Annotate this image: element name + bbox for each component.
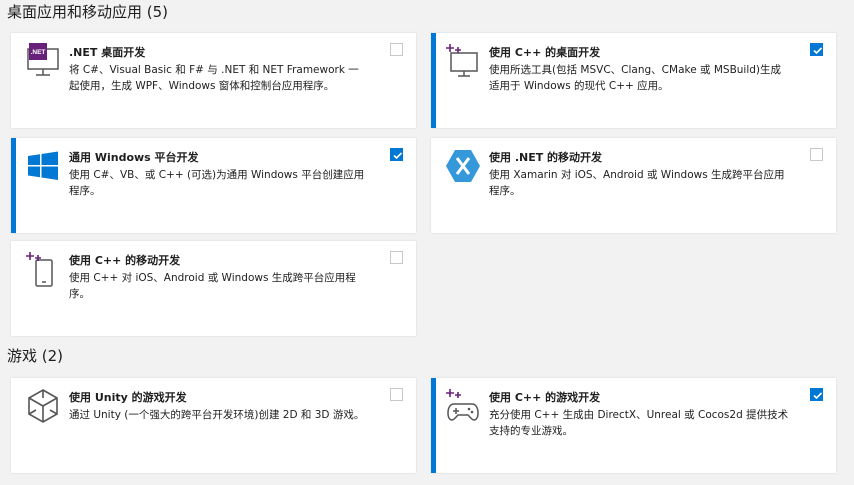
workload-card-dotnet-desktop[interactable]: .NET .NET 桌面开发 将 C#、Visual Basic 和 F# 与 … <box>11 33 416 128</box>
windows-logo-icon <box>25 148 61 184</box>
workload-card-unity[interactable]: 使用 Unity 的游戏开发 通过 Unity (一个强大的跨平台开发环境)创建… <box>11 378 416 473</box>
cpp-desktop-icon <box>445 43 481 79</box>
workload-title: .NET 桌面开发 <box>69 46 146 59</box>
workload-description: 使用 C++ 对 iOS、Android 或 Windows 生成跨平台应用程序… <box>69 272 356 300</box>
workload-checkbox[interactable] <box>390 43 403 56</box>
workload-description: 使用 C#、VB、或 C++ (可选)为通用 Windows 平台创建应用程序。 <box>69 169 365 197</box>
workload-checkbox[interactable] <box>390 251 403 264</box>
workload-title: 使用 Unity 的游戏开发 <box>69 391 187 404</box>
workload-checkbox[interactable] <box>810 388 823 401</box>
cpp-mobile-icon <box>25 251 61 287</box>
workload-checkbox[interactable] <box>810 148 823 161</box>
workload-title: 使用 .NET 的移动开发 <box>489 151 603 164</box>
gamepad-icon <box>445 388 481 424</box>
workload-card-cpp-desktop[interactable]: 使用 C++ 的桌面开发 使用所选工具(包括 MSVC、Clang、CMake … <box>431 33 836 128</box>
workload-description: 充分使用 C++ 生成由 DirectX、Unreal 或 Cocos2d 提供… <box>489 409 789 437</box>
workload-card-cpp-games[interactable]: 使用 C++ 的游戏开发 充分使用 C++ 生成由 DirectX、Unreal… <box>431 378 836 473</box>
dotnet-desktop-icon: .NET <box>25 43 61 79</box>
unity-icon <box>25 388 61 424</box>
workload-checkbox[interactable] <box>810 43 823 56</box>
section-title-desktop-mobile: 桌面应用和移动应用 (5) <box>7 3 169 21</box>
workload-description: 使用所选工具(包括 MSVC、Clang、CMake 或 MSBuild)生成适… <box>489 64 782 92</box>
workload-checkbox[interactable] <box>390 388 403 401</box>
workload-title: 使用 C++ 的游戏开发 <box>489 391 601 404</box>
dotnet-badge-text: .NET <box>31 49 46 56</box>
workload-title: 使用 C++ 的移动开发 <box>69 254 181 267</box>
workload-description: 将 C#、Visual Basic 和 F# 与 .NET 和 NET Fram… <box>69 64 359 92</box>
workload-title: 通用 Windows 平台开发 <box>69 151 199 164</box>
section-title-games: 游戏 (2) <box>7 347 64 365</box>
workload-checkbox[interactable] <box>390 148 403 161</box>
workload-card-cpp-mobile[interactable]: 使用 C++ 的移动开发 使用 C++ 对 iOS、Android 或 Wind… <box>11 241 416 336</box>
workload-card-dotnet-mobile[interactable]: 使用 .NET 的移动开发 使用 Xamarin 对 iOS、Android 或… <box>431 138 836 233</box>
xamarin-icon <box>445 148 481 184</box>
workload-description: 通过 Unity (一个强大的跨平台开发环境)创建 2D 和 3D 游戏。 <box>69 409 365 421</box>
workload-card-uwp[interactable]: 通用 Windows 平台开发 使用 C#、VB、或 C++ (可选)为通用 W… <box>11 138 416 233</box>
workload-description: 使用 Xamarin 对 iOS、Android 或 Windows 生成跨平台… <box>489 169 785 197</box>
workload-title: 使用 C++ 的桌面开发 <box>489 46 601 59</box>
